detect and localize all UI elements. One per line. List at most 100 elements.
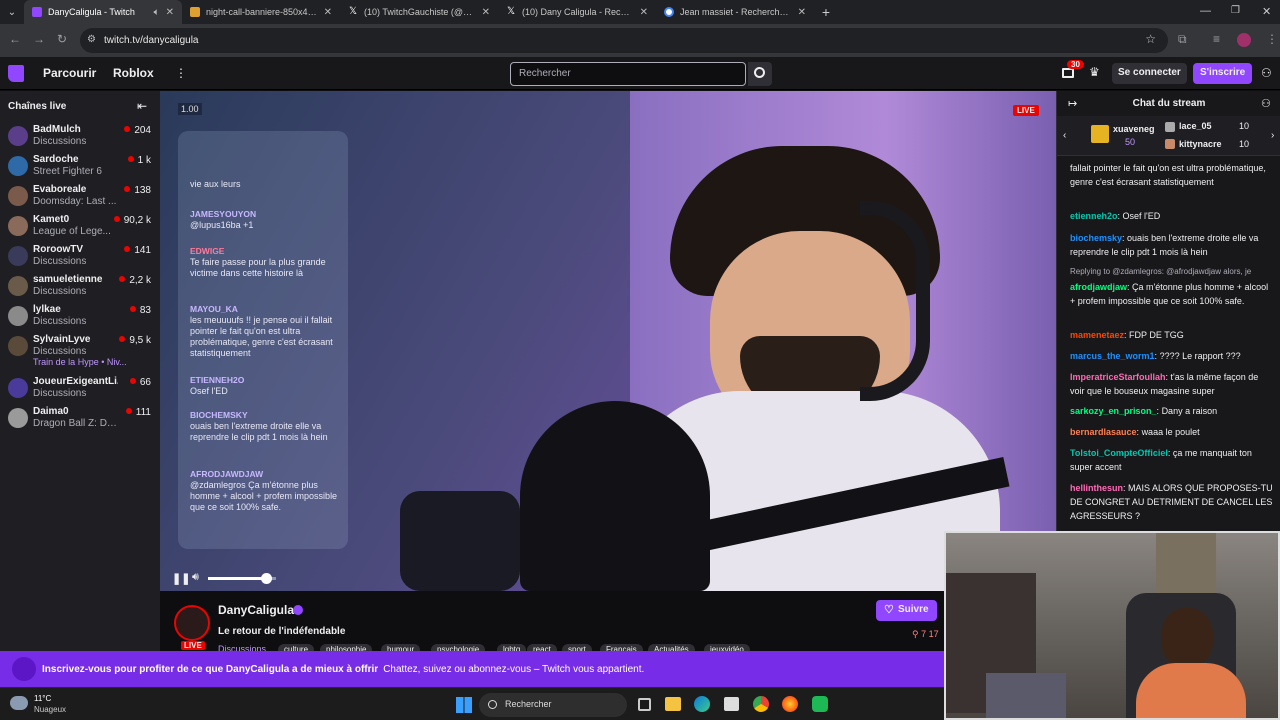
twitch-logo-icon[interactable] <box>8 65 24 82</box>
chat-user[interactable]: ImperatriceStarfoullah <box>1070 372 1166 382</box>
sidebar-channel[interactable]: JoueurExigeantLi... Discussions 66 <box>0 375 160 405</box>
sidebar-channel[interactable]: SylvainLyve Discussions Train de la Hype… <box>0 333 160 369</box>
chat-user[interactable]: hellinthesun <box>1070 483 1123 493</box>
viewer-count: 1 k <box>128 155 151 166</box>
chat-user[interactable]: marcus_the_worm1 <box>1070 351 1155 361</box>
chat-users-icon[interactable]: ⚇ <box>1261 97 1271 110</box>
chat-message: bernardlasauce: waaa le poulet <box>1070 427 1200 437</box>
back-icon[interactable]: ← <box>9 32 21 46</box>
signup-button[interactable]: S'inscrire <box>1193 63 1253 84</box>
viewer-count: 2,2 k <box>119 275 151 286</box>
tab-4[interactable]: Jean massiet - Recherche Goog ✕ <box>656 0 814 24</box>
browser-menu-icon[interactable]: ⋮ <box>1266 32 1278 46</box>
carousel-left-icon[interactable]: ‹ <box>1063 130 1066 141</box>
restore-window-icon[interactable]: ❐ <box>1231 5 1240 16</box>
tab-3[interactable]: 𝕏 (10) Dany Caligula - Recherche ✕ <box>498 0 656 24</box>
channel-game: Street Fighter 6 <box>33 166 102 177</box>
viewer-count: 83 <box>130 305 151 316</box>
video-player[interactable]: 1.00 LIVE vie aux leurs JAMESYOUYON @lupu… <box>160 91 1056 591</box>
volume-slider[interactable] <box>208 573 276 584</box>
signup-banner[interactable]: Inscrivez-vous pour profiter de ce que D… <box>0 651 944 687</box>
chat-message: Tolstoi_CompteOfficiel: ça me manquait t… <box>1070 448 1252 472</box>
close-tab-icon[interactable]: ✕ <box>324 7 332 18</box>
url-bar[interactable]: ⚙︎ twitch.tv/danycaligula ☆ <box>80 28 1168 53</box>
minimize-window-icon[interactable]: — <box>1200 5 1211 17</box>
overlay-message: EDWIGE Te faire passe pour la plus grande… <box>190 246 340 279</box>
carousel-right-icon[interactable]: › <box>1271 130 1274 141</box>
chat-user[interactable]: biochemsky <box>1070 233 1122 243</box>
avatar <box>8 216 28 236</box>
forward-icon[interactable]: → <box>33 32 45 46</box>
viewer-count-value: 7 17 <box>921 629 939 639</box>
sidebar-channel[interactable]: BadMulch Discussions 204 <box>0 123 160 153</box>
firefox-icon[interactable] <box>782 696 798 712</box>
close-window-icon[interactable]: ✕ <box>1262 5 1271 18</box>
store-icon[interactable] <box>724 697 739 711</box>
channel-avatar[interactable] <box>174 605 210 641</box>
more-menu-icon[interactable]: ⋮ <box>175 66 187 80</box>
file-explorer-icon[interactable] <box>665 697 681 711</box>
viewer-count: 66 <box>130 377 151 388</box>
channel-game: Doomsday: Last ... <box>33 196 117 207</box>
browse-link[interactable]: Parcourir <box>43 66 96 80</box>
overlay-text: les meuuuufs !! je pense oui il fallait … <box>190 315 333 358</box>
bookmark-star-icon[interactable]: ☆ <box>1145 32 1156 46</box>
speaker-icon[interactable]: 🔈︎ <box>154 7 160 18</box>
chat-user[interactable]: afrodjawdjaw <box>1070 282 1127 292</box>
chrome-icon[interactable] <box>753 696 769 712</box>
volume-icon[interactable]: 🔊︎ <box>192 571 199 584</box>
app-icon[interactable] <box>812 696 828 712</box>
login-button[interactable]: Se connecter <box>1112 63 1187 84</box>
prime-loot-icon[interactable]: ♛ <box>1089 65 1100 79</box>
overlay-text: Osef l'ED <box>190 386 228 396</box>
live-badge: LIVE <box>1013 105 1039 116</box>
browser-address-bar: ← → ↻ ⚙︎ twitch.tv/danycaligula ☆ ⧉ ≡ ⋮ <box>0 24 1280 57</box>
new-tab-button[interactable]: + <box>814 4 838 20</box>
avatar <box>8 378 28 398</box>
tab-list-button[interactable]: ⌄ <box>0 7 24 18</box>
chat-user[interactable]: bernardlasauce <box>1070 427 1137 437</box>
category-link[interactable]: Roblox <box>113 66 154 80</box>
reload-icon[interactable]: ↻ <box>57 32 67 46</box>
tab-2[interactable]: 𝕏 (10) TwitchGauchiste (@Twitch ✕ <box>340 0 498 24</box>
close-tab-icon[interactable]: ✕ <box>798 7 806 18</box>
channel-name[interactable]: DanyCaligula <box>218 603 294 617</box>
tab-title: (10) TwitchGauchiste (@Twitch <box>364 7 476 17</box>
tab-0[interactable]: DanyCaligula - Twitch 🔈︎ ✕ <box>24 0 182 24</box>
user-menu-icon[interactable]: ⚇ <box>1261 66 1272 80</box>
search-button[interactable] <box>748 62 772 86</box>
tab-1[interactable]: night-call-banniere-850x478.w ✕ <box>182 0 340 24</box>
sidebar-channel[interactable]: Sardoche Street Fighter 6 1 k <box>0 153 160 183</box>
chat-user[interactable]: mamenetaez <box>1070 330 1124 340</box>
close-tab-icon[interactable]: ✕ <box>482 7 490 18</box>
inbox-icon[interactable] <box>1062 68 1074 78</box>
media-controls-icon[interactable]: ≡ <box>1213 32 1220 46</box>
sidebar-channel[interactable]: Evaboreale Doomsday: Last ... 138 <box>0 183 160 213</box>
channel-game: League of Lege... <box>33 226 111 237</box>
task-view-icon[interactable] <box>638 698 651 711</box>
search-input[interactable]: Rechercher <box>510 62 746 86</box>
sidebar-channel[interactable]: RoroowTV Discussions 141 <box>0 243 160 273</box>
follow-button[interactable]: ♡ Suivre <box>876 600 937 621</box>
site-info-icon[interactable]: ⚙︎ <box>87 34 96 45</box>
edge-icon[interactable] <box>694 696 710 712</box>
taskbar-search[interactable]: Rechercher <box>479 693 627 717</box>
sidebar-channel[interactable]: Kamet0 League of Lege... 90,2 k <box>0 213 160 243</box>
viewer-count: ⚲ 7 17 <box>912 629 939 640</box>
weather-icon[interactable] <box>10 696 28 710</box>
sidebar-channel[interactable]: lylkae Discussions 83 <box>0 303 160 333</box>
chat-user[interactable]: sarkozy_en_prison_ <box>1070 406 1157 416</box>
sidebar-channel[interactable]: Daima0 Dragon Ball Z: Do... 111 <box>0 405 160 435</box>
close-tab-icon[interactable]: ✕ <box>640 7 648 18</box>
volume-slider-handle[interactable] <box>260 573 272 584</box>
follow-label: Suivre <box>898 604 929 615</box>
close-tab-icon[interactable]: ✕ <box>166 7 174 18</box>
windows-start-icon[interactable] <box>456 697 472 713</box>
pause-button[interactable]: ❚❚ <box>172 572 190 585</box>
collapse-sidebar-icon[interactable]: ⇤ <box>137 99 147 113</box>
chat-user[interactable]: Tolstoi_CompteOfficiel <box>1070 448 1168 458</box>
profile-avatar-icon[interactable] <box>1237 33 1251 47</box>
extensions-icon[interactable]: ⧉ <box>1178 32 1187 47</box>
chat-user[interactable]: etiennеh2o <box>1070 211 1118 221</box>
sidebar-channel[interactable]: samueletienne Discussions 2,2 k <box>0 273 160 303</box>
